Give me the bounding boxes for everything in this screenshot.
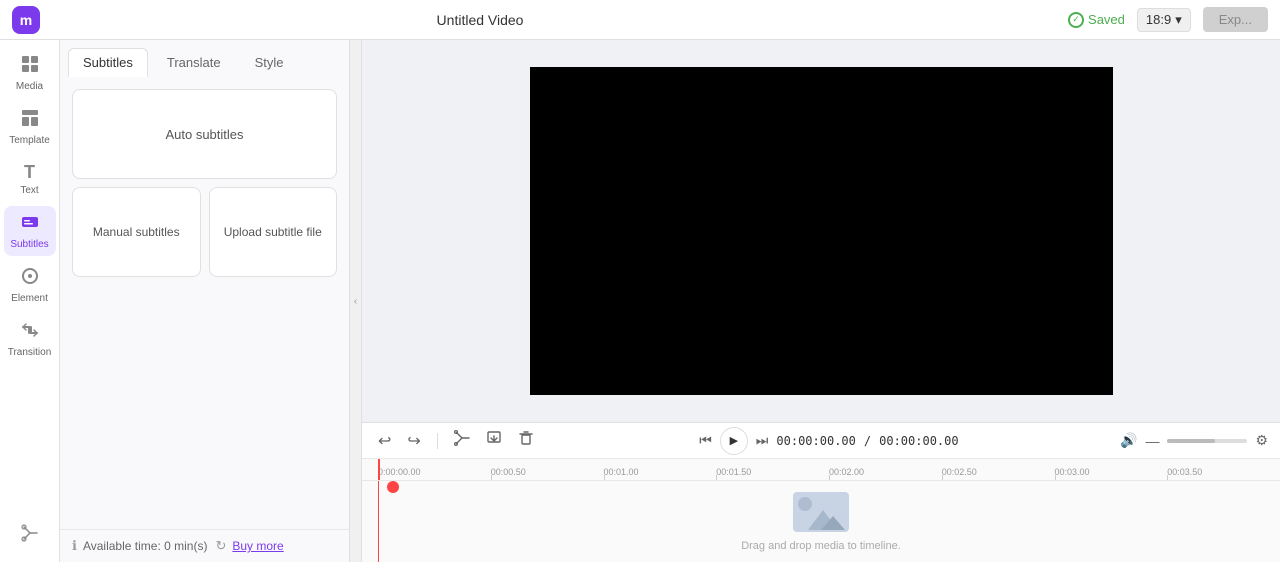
scissors-icon[interactable] — [14, 517, 46, 554]
undo-button[interactable]: ↩ — [374, 429, 395, 453]
right-wrap: ↩ ↪ — [362, 40, 1280, 562]
redo-button[interactable]: ↪ — [403, 429, 424, 453]
panel-content: Auto subtitles Manual subtitles Upload s… — [60, 77, 349, 529]
timeline-tracks[interactable]: Drag and drop media to timeline. — [362, 481, 1280, 562]
skip-forward-button[interactable]: ⏭ — [756, 432, 769, 449]
sidebar-bottom — [14, 517, 46, 562]
timeline-right-controls: 🔊 — ⚙ — [1120, 432, 1268, 449]
delete-button[interactable] — [514, 428, 538, 453]
zoom-slider-fill — [1167, 439, 1215, 443]
ruler-mark-7: 00:03.50 — [1167, 467, 1280, 480]
saved-badge: ✓ Saved — [1068, 12, 1125, 28]
preview-area — [362, 40, 1280, 422]
cut-button[interactable] — [450, 428, 474, 453]
current-time: 00:00:00.00 — [776, 434, 855, 448]
playhead-dot — [387, 481, 399, 493]
top-bar-right: ✓ Saved 18:9 ▾ Exp... — [1068, 7, 1268, 32]
sidebar-item-media[interactable]: Media — [4, 48, 56, 98]
sidebar-item-label: Media — [16, 81, 43, 92]
available-time-text: Available time: 0 min(s) — [83, 539, 208, 553]
volume-icon[interactable]: 🔊 — [1120, 432, 1137, 449]
import-button[interactable] — [482, 428, 506, 453]
tab-subtitles[interactable]: Subtitles — [68, 48, 148, 77]
video-title: Untitled Video — [52, 12, 908, 28]
timeline-thumbnail — [793, 492, 849, 532]
sidebar-item-text[interactable]: T Text — [4, 156, 56, 202]
sidebar-item-element[interactable]: Element — [4, 260, 56, 310]
transition-icon — [20, 320, 40, 345]
saved-label: Saved — [1088, 12, 1125, 27]
manual-subtitles-card[interactable]: Manual subtitles — [72, 187, 201, 277]
ruler-mark-3: 00:01.50 — [716, 467, 829, 480]
ruler-marks: 0:00:00.00 00:00.50 00:01.00 00:01.50 00… — [362, 467, 1280, 480]
timeline-playhead-line — [378, 481, 379, 562]
zoom-slider[interactable] — [1167, 439, 1247, 443]
refresh-icon[interactable]: ↻ — [215, 538, 226, 554]
skip-back-button[interactable]: ⏮ — [699, 432, 712, 449]
ruler-mark-0: 0:00:00.00 — [378, 467, 491, 480]
aspect-ratio-button[interactable]: 18:9 ▾ — [1137, 8, 1191, 32]
zoom-out-icon[interactable]: — — [1145, 433, 1159, 449]
auto-subtitles-card[interactable]: Auto subtitles — [72, 89, 337, 179]
total-time: 00:00:00.00 — [879, 434, 958, 448]
panel-footer: ℹ Available time: 0 min(s) ↻ Buy more — [60, 529, 349, 562]
timeline-ruler: 0:00:00.00 00:00.50 00:01.00 00:01.50 00… — [362, 459, 1280, 481]
info-icon: ℹ — [72, 538, 77, 554]
app-logo: m — [12, 6, 40, 34]
content-row — [362, 40, 1280, 422]
media-icon — [20, 54, 40, 79]
ruler-mark-4: 00:02.00 — [829, 467, 942, 480]
sidebar-item-label: Element — [11, 293, 48, 304]
play-button[interactable]: ▶ — [720, 427, 748, 455]
panel-tabs: Subtitles Translate Style — [60, 40, 349, 77]
settings-icon[interactable]: ⚙ — [1255, 432, 1268, 449]
toolbar-divider — [437, 433, 438, 449]
top-bar: m Untitled Video ✓ Saved 18:9 ▾ Exp... — [0, 0, 1280, 40]
playback-controls: ⏮ ▶ ⏭ 00:00:00.00 / 00:00:00.00 — [546, 427, 1112, 455]
ruler-mark-1: 00:00.50 — [491, 467, 604, 480]
panel-collapse-handle[interactable]: ‹ — [350, 40, 362, 562]
chevron-left-icon: ‹ — [354, 296, 357, 307]
sidebar-item-template[interactable]: Template — [4, 102, 56, 152]
subtitles-icon — [20, 212, 40, 237]
sidebar-item-label: Text — [20, 185, 38, 196]
subtitles-panel: Subtitles Translate Style Auto subtitles… — [60, 40, 350, 562]
text-icon: T — [24, 162, 35, 183]
ruler-mark-2: 00:01.00 — [604, 467, 717, 480]
left-sidebar: Media Template T Text — [0, 40, 60, 562]
drag-drop-text: Drag and drop media to timeline. — [741, 540, 901, 552]
subtitle-options: Manual subtitles Upload subtitle file — [72, 187, 337, 277]
tab-translate[interactable]: Translate — [152, 48, 236, 77]
saved-check-icon: ✓ — [1068, 12, 1084, 28]
timeline-placeholder: Drag and drop media to timeline. — [741, 492, 901, 552]
sidebar-item-label: Subtitles — [10, 239, 48, 250]
upload-subtitle-card[interactable]: Upload subtitle file — [209, 187, 338, 277]
video-preview — [530, 67, 1113, 395]
timeline-toolbar: ↩ ↪ — [362, 423, 1280, 459]
sidebar-item-transition[interactable]: Transition — [4, 314, 56, 364]
sidebar-item-label: Transition — [8, 347, 52, 358]
sidebar-item-subtitles[interactable]: Subtitles — [4, 206, 56, 256]
export-button[interactable]: Exp... — [1203, 7, 1268, 32]
chevron-down-icon: ▾ — [1175, 12, 1182, 28]
play-icon: ▶ — [730, 434, 738, 447]
ruler-mark-5: 00:02.50 — [942, 467, 1055, 480]
auto-subtitles-label: Auto subtitles — [165, 127, 243, 142]
tab-style[interactable]: Style — [240, 48, 299, 77]
buy-more-link[interactable]: Buy more — [232, 539, 283, 553]
element-icon — [20, 266, 40, 291]
template-icon — [20, 108, 40, 133]
timeline-area: ↩ ↪ — [362, 422, 1280, 562]
time-separator: / — [864, 434, 871, 448]
aspect-ratio-label: 18:9 — [1146, 12, 1171, 27]
ruler-mark-6: 00:03.00 — [1055, 467, 1168, 480]
main-layout: Media Template T Text — [0, 40, 1280, 562]
timeline-playhead — [378, 459, 380, 480]
sidebar-item-label: Template — [9, 135, 50, 146]
